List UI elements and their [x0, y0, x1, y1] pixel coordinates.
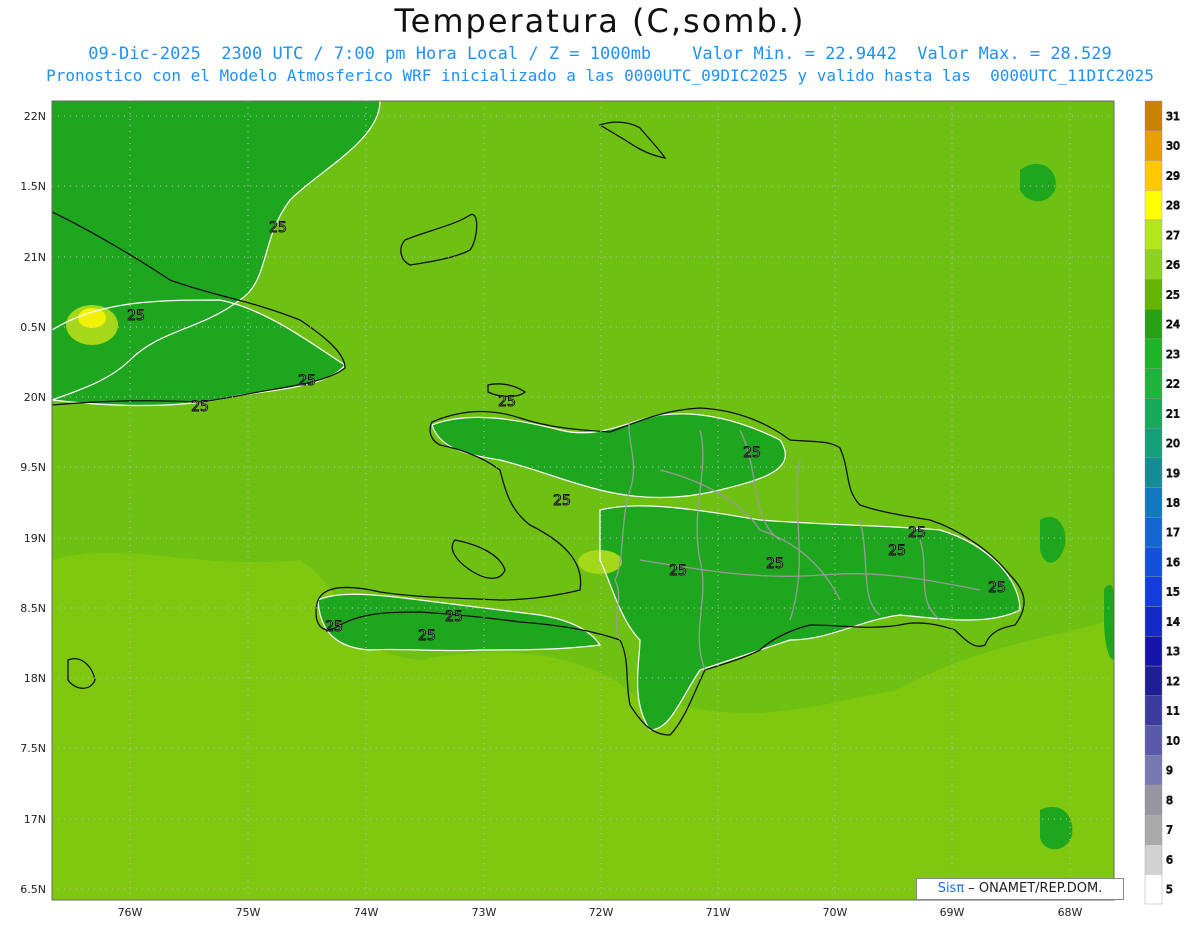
colorbar-label: 29 [1166, 169, 1180, 182]
contour-label: 25 [988, 580, 1006, 596]
colorbar-swatch [1144, 844, 1163, 875]
colorbar-swatch [1144, 814, 1163, 845]
colorbar-label: 10 [1166, 734, 1180, 747]
colorbar-label: 21 [1166, 407, 1180, 420]
lat-label: 6.5N [20, 883, 46, 896]
temperature-map: 25252525 25252525 25252525252525 22N1.5N21… [20, 100, 1181, 919]
colorbar-label: 6 [1166, 853, 1173, 866]
colorbar-swatch [1144, 874, 1163, 905]
contour-label: 25 [669, 563, 687, 579]
forecast-info-line: 09-Dic-2025 2300 UTC / 7:00 pm Hora Loca… [88, 44, 1112, 64]
contour-label: 25 [553, 493, 571, 509]
colorbar-swatch [1144, 398, 1163, 429]
lat-label: 0.5N [20, 321, 46, 334]
lat-label: 21N [24, 251, 46, 264]
colorbar-label: 23 [1166, 348, 1180, 361]
contour-label: 25 [888, 543, 906, 559]
lon-label: 70W [823, 906, 848, 919]
lat-label: 7.5N [20, 742, 46, 755]
colorbar-label: 22 [1166, 378, 1180, 391]
colorbar-swatch [1144, 487, 1163, 518]
colorbar-swatch [1144, 546, 1163, 578]
colorbar-label: 7 [1166, 824, 1173, 837]
contour-label: 25 [269, 220, 287, 236]
lat-label: 18N [24, 672, 46, 685]
contour-label: 25 [191, 399, 209, 415]
lat-label: 17N [24, 813, 46, 826]
colorbar-swatch [1144, 130, 1163, 161]
colorbar-swatch [1144, 784, 1163, 815]
colorbar-label: 28 [1166, 199, 1180, 212]
colorbar: 31 30 29 28 27 26 25 24 23 22 21 20 19 18 17 16 15 14 13 12… [1144, 100, 1181, 905]
colorbar-swatch [1144, 606, 1163, 637]
model-info-line: Pronostico con el Modelo Atmosferico WRF… [46, 66, 1154, 85]
colorbar-label: 20 [1166, 437, 1180, 450]
contour-label: 25 [418, 628, 436, 644]
colorbar-swatch [1144, 249, 1163, 280]
lon-label: 69W [940, 906, 965, 919]
colorbar-swatch [1144, 308, 1163, 340]
chart-title: Temperatura (C,somb.) [394, 2, 806, 40]
colorbar-label: 26 [1166, 259, 1180, 272]
colorbar-label: 31 [1166, 110, 1180, 123]
lat-label: 19N [24, 532, 46, 545]
colorbar-swatch [1144, 665, 1163, 697]
colorbar-label: 5 [1166, 883, 1173, 896]
colorbar-swatch [1144, 695, 1163, 726]
colorbar-label: 30 [1166, 140, 1180, 153]
colorbar-label: 12 [1166, 675, 1180, 688]
colorbar-swatch [1144, 725, 1163, 756]
colorbar-swatch [1144, 636, 1163, 667]
contour-label: 25 [325, 619, 343, 635]
contour-label: 25 [298, 373, 316, 389]
lon-label: 76W [118, 906, 143, 919]
lat-label: 9.5N [20, 461, 46, 474]
lat-label: 20N [24, 391, 46, 404]
lon-label: 72W [589, 906, 614, 919]
colorbar-swatch [1144, 576, 1163, 607]
sispi-logo: Sisπ [937, 881, 965, 896]
colorbar-swatch [1144, 368, 1163, 399]
colorbar-swatch [1144, 517, 1163, 548]
colorbar-swatch [1144, 160, 1163, 191]
lon-label: 73W [472, 906, 497, 919]
colorbar-label: 19 [1166, 467, 1180, 480]
colorbar-swatch [1144, 279, 1163, 310]
lat-label: 22N [24, 110, 46, 123]
colorbar-label: 16 [1166, 556, 1180, 569]
contour-label: 25 [498, 394, 516, 410]
colorbar-label: 9 [1166, 764, 1173, 777]
colorbar-label: 11 [1166, 705, 1180, 718]
colorbar-swatch [1144, 338, 1163, 369]
contour-label: 25 [127, 308, 145, 324]
lon-label: 71W [706, 906, 731, 919]
colorbar-swatch [1144, 219, 1163, 250]
colorbar-label: 17 [1166, 526, 1180, 539]
lon-label: 68W [1058, 906, 1083, 919]
contour-label: 25 [766, 556, 784, 572]
lon-label: 75W [236, 906, 261, 919]
colorbar-label: 25 [1166, 288, 1180, 301]
colorbar-label: 15 [1166, 586, 1180, 599]
colorbar-label: 8 [1166, 794, 1173, 807]
field-28-hotspot [78, 308, 106, 328]
colorbar-label: 18 [1166, 497, 1180, 510]
credit-text: – ONAMET/REP.DOM. [964, 881, 1103, 896]
colorbar-swatch [1144, 755, 1163, 786]
colorbar-swatch [1144, 427, 1163, 459]
lat-label: 8.5N [20, 602, 46, 615]
colorbar-label: 24 [1166, 318, 1180, 331]
colorbar-swatch [1144, 100, 1163, 131]
colorbar-label: 14 [1166, 615, 1180, 628]
contour-label: 25 [908, 525, 926, 541]
lon-label: 74W [354, 906, 379, 919]
colorbar-swatch [1144, 457, 1163, 488]
contour-label: 25 [445, 609, 463, 625]
colorbar-swatch [1144, 190, 1163, 221]
lat-label: 1.5N [20, 180, 46, 193]
contour-label: 25 [743, 445, 761, 461]
colorbar-label: 27 [1166, 229, 1180, 242]
credit-box: Sisπ – ONAMET/REP.DOM. [916, 878, 1124, 900]
colorbar-label: 13 [1166, 645, 1180, 658]
